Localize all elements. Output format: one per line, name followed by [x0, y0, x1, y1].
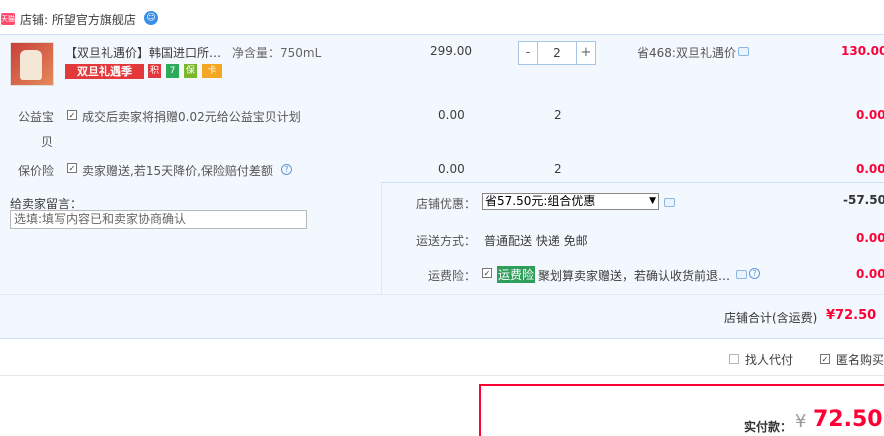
comment-bubble-icon[interactable] — [738, 47, 749, 56]
points-badge-icon: 积 — [148, 64, 161, 78]
charity-desc: 成交后卖家将捐赠0.02元给公益宝贝计划 — [82, 110, 301, 124]
discount-select[interactable]: 省57.50元:组合优惠 ▼ — [482, 193, 659, 210]
shipping-method: 普通配送 快递 免邮 — [484, 234, 588, 248]
price-protect-qty: 2 — [554, 162, 562, 176]
anonymous-label[interactable]: 匿名购买 — [836, 351, 884, 368]
charity-checkbox[interactable]: ✓ — [67, 110, 77, 120]
qty-minus-button[interactable]: - — [519, 42, 537, 64]
proxy-pay-checkbox[interactable] — [729, 354, 739, 364]
shop-total-label: 店铺合计(含运费) — [724, 311, 818, 325]
qty-input[interactable]: 2 — [537, 42, 577, 64]
promo-tag: 双旦礼遇季 — [65, 64, 144, 79]
service-label-price-protect: 保价险 — [18, 164, 55, 178]
discount-selected: 省57.50元:组合优惠 — [485, 194, 596, 208]
credit-card-icon: 卡 — [202, 64, 222, 78]
insurance-amount: 0.00 — [856, 267, 884, 281]
proxy-pay-label[interactable]: 找人代付 — [745, 351, 793, 368]
quantity-stepper[interactable]: - 2 + — [518, 41, 596, 65]
shipping-label: 运送方式： — [416, 234, 477, 248]
discount-amount: -57.50 — [843, 193, 884, 207]
insurance-desc: 聚划算卖家赠送，若确认收货前退… — [538, 269, 731, 283]
wangwang-chat-icon[interactable]: ☺ — [144, 11, 158, 25]
guarantee-badge-icon: 保 — [184, 64, 197, 78]
dropdown-arrow-icon: ▼ — [649, 196, 656, 206]
help-icon[interactable]: ? — [281, 164, 292, 175]
insurance-checkbox[interactable]: ✓ — [482, 268, 492, 278]
shop-total-value: ¥72.50 — [826, 308, 877, 323]
help-icon[interactable]: ? — [749, 268, 760, 279]
price-protect-price: 0.00 — [438, 162, 465, 176]
seller-message-input[interactable]: 选填:填写内容已和卖家协商确认 — [10, 210, 307, 229]
section-divider — [0, 375, 884, 376]
price-protect-checkbox[interactable]: ✓ — [67, 163, 77, 173]
service-label-charity-cont: 贝 — [41, 135, 54, 149]
anonymous-checkbox[interactable]: ✓ — [820, 354, 830, 364]
charity-price: 0.00 — [438, 108, 465, 122]
saving-text: 省468:双旦礼遇价 — [637, 46, 736, 60]
shipping-amount: 0.00 — [856, 231, 884, 245]
service-label-charity: 公益宝 — [18, 110, 55, 124]
discount-label: 店铺优惠： — [416, 197, 477, 211]
shop-name[interactable]: 店铺: 所望官方旗舰店 — [20, 11, 136, 28]
insurance-tag: 运费险 — [497, 266, 536, 283]
product-spec: 净含量：750mL — [232, 46, 322, 60]
currency-symbol: ¥ — [795, 411, 807, 432]
actual-pay-value: 72.50 — [813, 407, 883, 432]
tmall-shop-icon: 天猫 — [1, 13, 15, 25]
comment-bubble-icon[interactable] — [736, 270, 747, 279]
seven-day-return-icon: 7 — [166, 64, 179, 78]
unit-price: 299.00 — [430, 44, 472, 58]
price-protect-subtotal: 0.00 — [856, 162, 884, 176]
item-subtotal: 130.00 — [841, 44, 884, 58]
insurance-label: 运费险： — [428, 269, 477, 283]
product-bottle-image — [20, 50, 42, 80]
comment-bubble-icon[interactable] — [664, 198, 675, 207]
price-protect-desc: 卖家赠送,若15天降价,保险赔付差额 — [82, 164, 273, 178]
product-title[interactable]: 【双旦礼遇价】韩国进口所… — [65, 44, 221, 61]
actual-pay-label: 实付款： — [744, 420, 793, 434]
charity-subtotal: 0.00 — [856, 108, 884, 122]
charity-qty: 2 — [554, 108, 562, 122]
qty-plus-button[interactable]: + — [577, 42, 595, 64]
